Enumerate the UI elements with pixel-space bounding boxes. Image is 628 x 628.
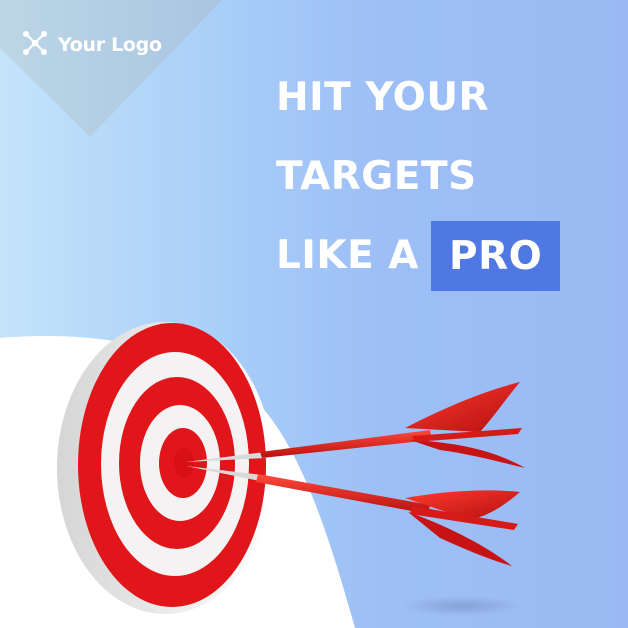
- network-icon: [22, 30, 48, 60]
- ad-banner: Your Logo HIT YOUR TARGETS LIKE A PRO: [0, 0, 628, 628]
- logo-triangle-shape: [0, 0, 222, 137]
- logo-text: Your Logo: [58, 34, 162, 56]
- dart-shadow: [402, 596, 522, 616]
- headline-line-3: LIKE A PRO: [276, 221, 561, 314]
- headline-line-3-text: LIKE A: [276, 233, 419, 278]
- target-icon: [57, 322, 273, 614]
- headline: HIT YOUR TARGETS LIKE A PRO: [276, 75, 561, 314]
- headline-line-1: HIT YOUR: [276, 75, 490, 120]
- brand-logo: Your Logo: [22, 30, 162, 60]
- highlight-badge: PRO: [431, 221, 561, 291]
